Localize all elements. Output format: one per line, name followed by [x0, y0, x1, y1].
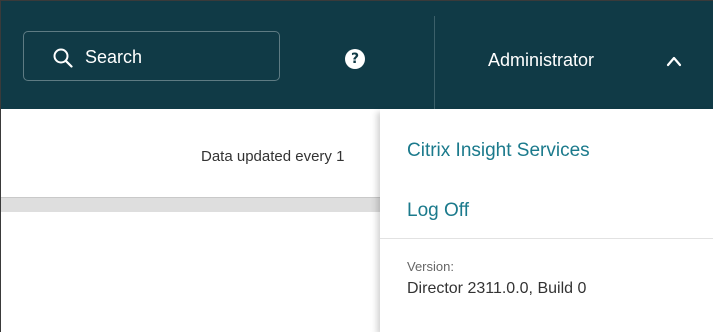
user-menu-toggle[interactable]: Administrator	[441, 31, 713, 91]
chevron-up-icon	[666, 56, 682, 67]
content-strip	[1, 197, 381, 212]
data-updated-text: Data updated every 1	[201, 148, 345, 165]
help-icon[interactable]: ?	[345, 49, 365, 69]
search-icon	[53, 48, 73, 68]
user-dropdown-menu: Citrix Insight Services Log Off Version:…	[380, 109, 713, 332]
menu-item-log-off[interactable]: Log Off	[407, 199, 469, 223]
search-input[interactable]: Search	[23, 31, 280, 81]
top-bar: Search ? Administrator	[1, 1, 713, 109]
search-placeholder: Search	[85, 47, 143, 67]
header-divider	[434, 16, 435, 109]
version-value: Director 2311.0.0, Build 0	[407, 280, 587, 297]
version-label: Version:	[407, 259, 454, 274]
menu-divider	[380, 238, 713, 239]
user-name: Administrator	[488, 50, 595, 70]
menu-item-citrix-insight-services[interactable]: Citrix Insight Services	[407, 139, 590, 163]
